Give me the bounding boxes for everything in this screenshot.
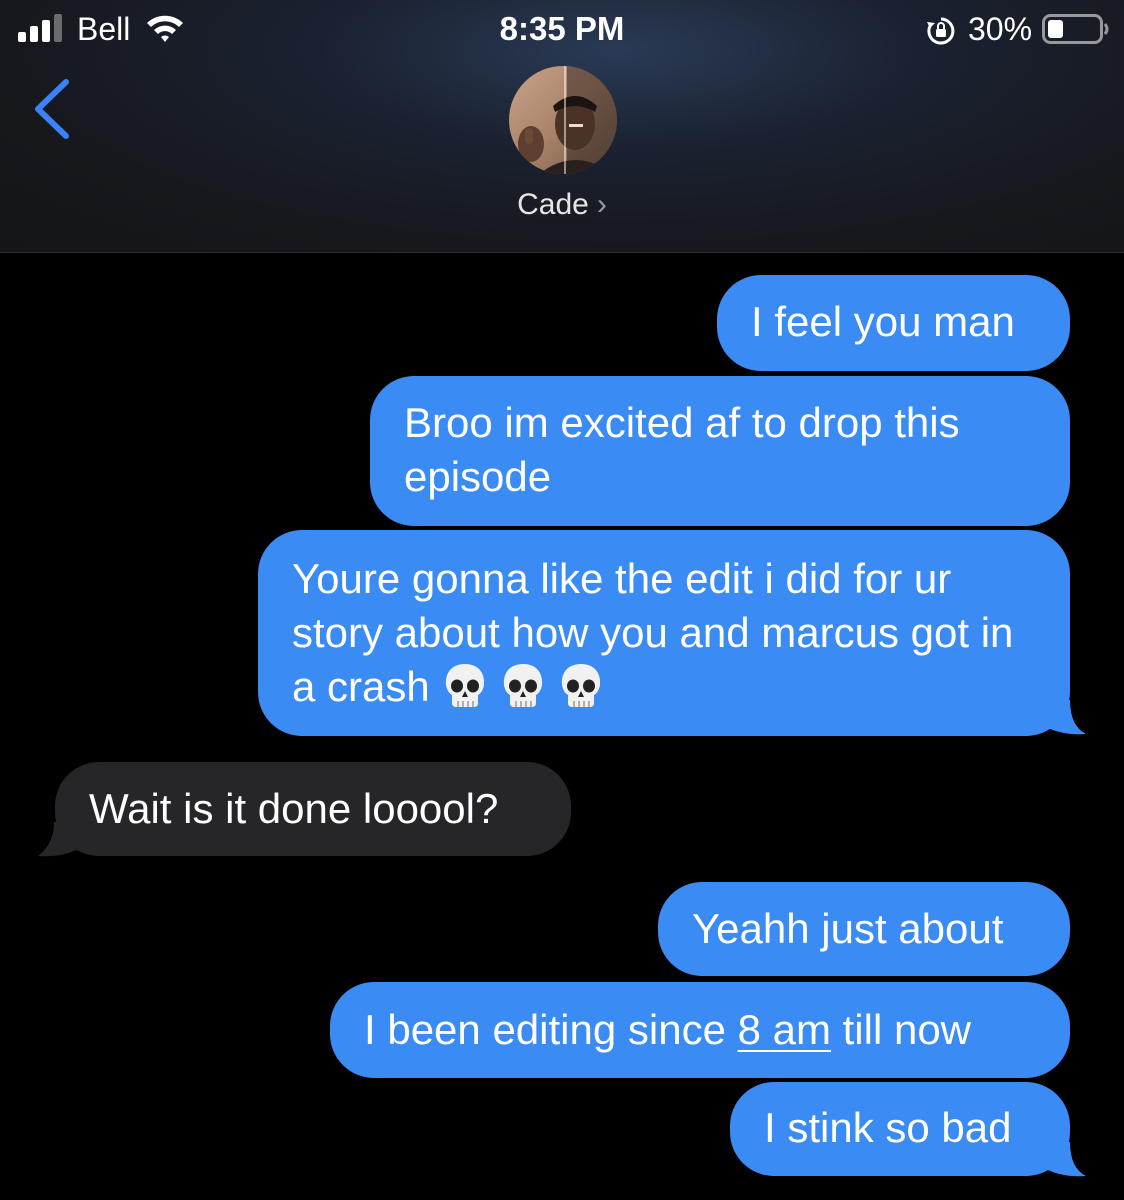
battery-icon: [1042, 14, 1109, 44]
status-bar: Bell 8:35 PM 30%: [0, 0, 1124, 60]
message-bubble-received[interactable]: Wait is it done looool?: [55, 762, 571, 856]
message-bubble-sent[interactable]: I been editing since 8 am till now: [330, 982, 1070, 1078]
messages-screen: Bell 8:35 PM 30% Cade › I feel you man B…: [0, 0, 1124, 1200]
message-bubble-sent[interactable]: Youre gonna like the edit i did for ur s…: [258, 530, 1070, 736]
skull-icon: [503, 664, 542, 707]
back-button[interactable]: [30, 78, 74, 140]
orientation-lock-icon: [927, 17, 955, 45]
contact-name: Cade: [517, 188, 589, 221]
message-bubble-sent[interactable]: I stink so bad: [730, 1082, 1070, 1176]
contact-name-button[interactable]: Cade ›: [0, 188, 1124, 222]
chevron-right-icon: ›: [596, 188, 607, 221]
message-text: Wait is it done looool?: [89, 785, 499, 832]
message-text: I feel you man: [751, 298, 1015, 345]
message-text: Broo im excited af to drop this episode: [404, 399, 960, 500]
contact-avatar[interactable]: [509, 66, 617, 174]
message-text: I stink so bad: [764, 1104, 1012, 1151]
skull-icon: [445, 664, 484, 707]
conversation-header: Bell 8:35 PM 30% Cade ›: [0, 0, 1124, 253]
message-bubble-sent[interactable]: Yeahh just about: [658, 882, 1070, 976]
date-time-link[interactable]: 8 am: [738, 1006, 831, 1053]
message-bubble-sent[interactable]: Broo im excited af to drop this episode: [370, 376, 1070, 526]
bubble-tail-sent: [1040, 700, 1086, 735]
message-bubble-sent[interactable]: I feel you man: [717, 275, 1070, 371]
message-text: Youre gonna like the edit i did for ur s…: [292, 555, 1014, 710]
bubble-tail-received: [38, 822, 84, 857]
message-text-before: I been editing since: [364, 1006, 738, 1053]
message-text-after: till now: [830, 1006, 972, 1053]
bubble-tail-sent: [1040, 1142, 1086, 1177]
message-text: Yeahh just about: [692, 905, 1004, 952]
skull-icon: [561, 664, 600, 707]
battery-percentage: 30%: [968, 11, 1033, 47]
